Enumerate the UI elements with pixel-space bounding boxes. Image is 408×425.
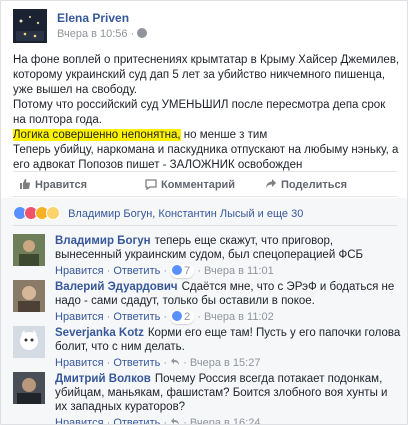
comment-body: Дмитрий Волков Почему Россия всегда потак… bbox=[55, 372, 401, 424]
comment-reply-link[interactable]: Ответить bbox=[113, 357, 160, 369]
comment-button[interactable]: Комментарий bbox=[145, 178, 235, 191]
comment-reply-link[interactable]: Ответить bbox=[113, 417, 160, 424]
post-text: На фоне воплей о притеснениях крымтатар … bbox=[13, 53, 401, 173]
comment-like-link[interactable]: Нравится bbox=[55, 417, 104, 424]
commenter-name[interactable]: Владимир Богун bbox=[55, 235, 151, 247]
comment-likes-badge[interactable]: 2 bbox=[170, 310, 195, 324]
post-card: Elena Priven Вчера в 10:56 · На фоне воп… bbox=[0, 0, 408, 425]
comment-icon bbox=[145, 179, 157, 190]
comment-time[interactable]: Вчера в 16:24 bbox=[190, 417, 261, 424]
likes-count: 2 bbox=[184, 311, 191, 323]
like-button[interactable]: Нравится bbox=[19, 178, 87, 191]
divider bbox=[13, 225, 397, 226]
comment-body: Severjanka Kotz Корми его еще там! Пусть … bbox=[55, 326, 401, 370]
post-paragraph-3: Логика совершенно непонятна, но менше з … bbox=[13, 128, 401, 143]
commenter-avatar[interactable] bbox=[13, 280, 45, 312]
globe-icon bbox=[137, 28, 148, 38]
comment-label: Комментарий bbox=[161, 179, 236, 191]
comment-time[interactable]: Вчера в 11:01 bbox=[204, 265, 274, 277]
comment-body: Валерий Эдуардович Сдаётся мне, что с ЭРэ… bbox=[55, 280, 401, 324]
commenter-name[interactable]: Severjanka Kotz bbox=[55, 327, 144, 339]
like-icon bbox=[172, 265, 183, 275]
reply-icon bbox=[171, 418, 180, 424]
commenter-avatar[interactable] bbox=[13, 234, 45, 266]
post-author-name[interactable]: Elena Priven bbox=[57, 11, 129, 25]
comments-section: Владимир Богун, Константин Лысый и еще 3… bbox=[1, 198, 407, 424]
comment-time[interactable]: Вчера в 15:27 bbox=[190, 357, 261, 369]
like-label: Нравится bbox=[35, 179, 88, 191]
comment-body: Владимир Богун теперь еще скажут, что при… bbox=[55, 234, 401, 278]
comment-footer: Нравится · Ответить · · Вчера в 15:27 bbox=[55, 357, 261, 369]
post-paragraph-1: На фоне воплей о притеснениях крымтатар … bbox=[13, 54, 400, 96]
reactions-summary[interactable]: Владимир Богун, Константин Лысый и еще 3… bbox=[13, 206, 303, 224]
commenter-avatar[interactable] bbox=[13, 372, 45, 404]
thumbs-up-icon bbox=[20, 179, 31, 189]
comment-like-link[interactable]: Нравится bbox=[55, 357, 104, 369]
post-header: Elena Priven Вчера в 10:56 · bbox=[13, 9, 397, 43]
comment-time[interactable]: Вчера в 11:02 bbox=[204, 311, 274, 323]
share-label: Поделиться bbox=[281, 179, 348, 191]
commenter-name[interactable]: Дмитрий Волков bbox=[55, 373, 151, 385]
commenter-name[interactable]: Валерий Эдуардович bbox=[55, 281, 178, 293]
commenter-avatar[interactable] bbox=[13, 326, 45, 358]
comment-reply-link[interactable]: Ответить bbox=[113, 311, 160, 323]
post-text-continuation: но менше з тим bbox=[180, 129, 268, 141]
reactions-text[interactable]: Владимир Богун, Константин Лысый и еще 3… bbox=[68, 208, 303, 220]
share-button[interactable]: Поделиться bbox=[265, 178, 347, 191]
post-paragraph-2: Потому что российский суд УМЕНЬШИЛ после… bbox=[13, 99, 386, 126]
highlighted-text: Логика совершенно непонятна, bbox=[13, 129, 181, 141]
post-actions-bar: Нравится Комментарий Поделиться bbox=[13, 171, 397, 197]
comment-reply-link[interactable]: Ответить bbox=[113, 265, 160, 277]
comment-like-link[interactable]: Нравится bbox=[55, 311, 104, 323]
post-timestamp-row: Вчера в 10:56 · bbox=[57, 28, 148, 40]
comment-footer: Нравится · Ответить · 7 · Вчера в 11:01 bbox=[55, 264, 274, 278]
post-paragraph-4: Теперь убийцу, наркомана и паскудника от… bbox=[13, 144, 399, 171]
share-icon bbox=[266, 179, 276, 188]
comment-like-link[interactable]: Нравится bbox=[55, 265, 104, 277]
author-avatar[interactable] bbox=[13, 9, 47, 43]
comment-likes-badge[interactable]: 7 bbox=[170, 264, 195, 278]
likes-count: 7 bbox=[184, 265, 191, 277]
laugh-reaction-icon bbox=[46, 206, 60, 220]
post-timestamp[interactable]: Вчера в 10:56 · bbox=[57, 28, 134, 40]
comment-footer: Нравится · Ответить · · Вчера в 16:24 bbox=[55, 416, 401, 424]
comment-footer: Нравится · Ответить · 2 · Вчера в 11:02 bbox=[55, 310, 274, 324]
like-icon bbox=[172, 311, 183, 321]
reply-icon bbox=[171, 358, 180, 365]
